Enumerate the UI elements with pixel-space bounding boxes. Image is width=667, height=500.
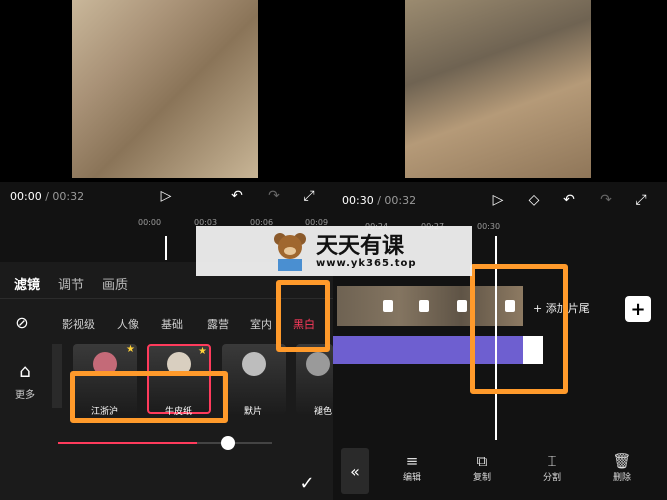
slider-fill <box>58 442 198 444</box>
category-indoor[interactable]: 室内 <box>250 316 272 332</box>
tool-label: 复制 <box>472 473 491 483</box>
slider-handle[interactable] <box>221 436 235 450</box>
more-label[interactable]: 更多 <box>15 386 35 401</box>
filter-divider <box>52 344 62 408</box>
right-preview <box>333 0 667 182</box>
filter-name: 褪色 <box>314 407 333 417</box>
trash-icon: 🗑 <box>612 452 632 470</box>
left-undo-icon[interactable]: ↶ <box>228 187 246 205</box>
ruler-tick: 00:30 <box>477 222 501 231</box>
left-play-icon[interactable]: ▷ <box>157 187 175 205</box>
highlight-box-playhead <box>470 264 568 394</box>
star-icon: ★ <box>126 344 135 355</box>
category-camping[interactable]: 露营 <box>207 316 229 332</box>
rose-image <box>242 352 266 376</box>
star-icon: ★ <box>198 346 207 357</box>
store-icon[interactable]: ⌂ <box>14 360 36 382</box>
right-current-time: 00:30 <box>342 194 374 207</box>
category-film[interactable]: 影视级 <box>62 316 95 332</box>
category-basic[interactable]: 基础 <box>161 316 183 332</box>
clip-handle[interactable] <box>457 300 467 312</box>
no-filter-icon[interactable]: ⊘ <box>12 312 32 332</box>
ruler-tick: 00:00 <box>138 218 162 227</box>
category-bw[interactable]: 黑白 <box>293 316 315 332</box>
rose-image <box>306 352 330 376</box>
tool-label: 编辑 <box>402 473 421 483</box>
filter-name: 默片 <box>244 407 263 417</box>
delete-tool[interactable]: 🗑 删除 <box>607 452 637 483</box>
bear-logo-icon <box>270 229 310 273</box>
right-total-time: 00:32 <box>384 194 417 207</box>
tab-quality[interactable]: 画质 <box>102 274 128 293</box>
intensity-slider[interactable] <box>58 436 272 450</box>
filter-tabs: 滤镜 调节 画质 <box>14 274 146 293</box>
split-icon: ⌶ <box>547 452 557 470</box>
tool-label: 分割 <box>542 473 561 483</box>
tab-filter[interactable]: 滤镜 <box>14 274 40 293</box>
right-redo-icon[interactable]: ↷ <box>597 191 615 209</box>
left-total-time: 00:32 <box>52 190 85 203</box>
sliders-icon: ≡ <box>405 452 419 470</box>
left-preview <box>0 0 333 182</box>
right-play-icon[interactable]: ▷ <box>489 191 507 209</box>
tool-label: 删除 <box>612 473 631 483</box>
bottom-toolbar: « ≡ 编辑 ⧉ 复制 ⌶ 分割 🗑 删除 <box>333 440 667 500</box>
keyframe-icon[interactable]: ◇ <box>525 191 543 209</box>
copy-icon: ⧉ <box>476 452 488 470</box>
edit-tool[interactable]: ≡ 编辑 <box>397 452 427 483</box>
collapse-chevron-icon[interactable]: « <box>341 448 369 494</box>
left-redo-icon[interactable]: ↷ <box>265 187 283 205</box>
clip-handle[interactable] <box>383 300 393 312</box>
copy-tool[interactable]: ⧉ 复制 <box>467 452 497 483</box>
right-fullscreen-icon[interactable]: ⤢ <box>632 191 650 209</box>
watermark: 天天有课 www.yk365.top <box>196 226 472 276</box>
confirm-check-icon[interactable]: ✓ <box>296 472 318 494</box>
left-fullscreen-icon[interactable]: ⤢ <box>300 187 318 205</box>
split-tool[interactable]: ⌶ 分割 <box>537 452 567 483</box>
clip-handle[interactable] <box>419 300 429 312</box>
left-timecode: 00:00 / 00:32 <box>10 190 85 203</box>
right-timecode: 00:30 / 00:32 <box>342 194 417 207</box>
tab-adjust[interactable]: 调节 <box>58 274 84 293</box>
add-clip-button[interactable]: + <box>625 296 651 322</box>
left-playhead[interactable] <box>165 236 167 260</box>
left-current-time: 00:00 <box>10 190 42 203</box>
right-undo-icon[interactable]: ↶ <box>560 191 578 209</box>
video-frame-village <box>405 0 591 178</box>
highlight-box-filters <box>70 371 228 423</box>
category-portrait[interactable]: 人像 <box>117 316 139 332</box>
watermark-title: 天天有课 <box>316 234 405 259</box>
watermark-url: www.yk365.top <box>316 258 417 269</box>
video-frame-hands <box>72 0 258 178</box>
